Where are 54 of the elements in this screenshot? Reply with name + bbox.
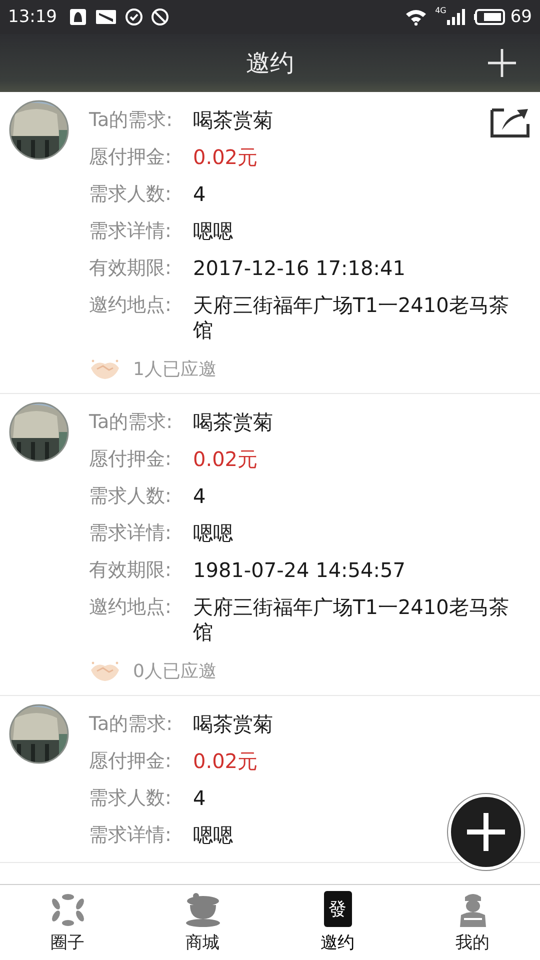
field-value: 天府三街福年广场T1一2410老马茶馆 bbox=[193, 595, 510, 645]
battery-icon bbox=[474, 8, 506, 26]
tab[interactable]: 圈子 bbox=[0, 885, 135, 960]
field-value: 嗯嗯 bbox=[193, 521, 233, 546]
battery-level: 69 bbox=[510, 7, 532, 27]
response-count: 1人已应邀 bbox=[133, 358, 216, 381]
ring-icon bbox=[50, 893, 84, 927]
field-label: 需求详情: bbox=[89, 823, 172, 848]
wifi-icon bbox=[405, 8, 428, 26]
field-value: 2017-12-16 17:18:41 bbox=[193, 256, 406, 281]
field-value: 嗯嗯 bbox=[193, 219, 233, 244]
field-value: 4 bbox=[193, 182, 206, 207]
blocked-icon bbox=[151, 8, 169, 26]
field-label: 愿付押金: bbox=[89, 447, 172, 472]
field-value: 0.02元 bbox=[193, 447, 258, 472]
page-title: 邀约 bbox=[246, 48, 294, 79]
signal-icon bbox=[446, 8, 466, 26]
response-count: 0人已应邀 bbox=[133, 660, 216, 683]
field-value: 嗯嗯 bbox=[193, 823, 233, 848]
add-icon[interactable] bbox=[487, 48, 517, 78]
field-value: 喝茶赏菊 bbox=[193, 712, 273, 737]
field-value: 0.02元 bbox=[193, 145, 258, 170]
field-label: Ta的需求: bbox=[89, 108, 174, 133]
field-label: 愿付押金: bbox=[89, 749, 172, 774]
status-time: 13:19 bbox=[8, 7, 57, 27]
field-label: 有效期限: bbox=[89, 256, 172, 281]
field-value: 天府三街福年广场T1一2410老马茶馆 bbox=[193, 293, 510, 343]
tab[interactable]: 發 邀约 bbox=[270, 885, 405, 960]
field-value: 喝茶赏菊 bbox=[193, 410, 273, 435]
field-value: 喝茶赏菊 bbox=[193, 108, 273, 133]
field-label: 需求详情: bbox=[89, 219, 172, 244]
person-icon bbox=[458, 893, 488, 927]
field-label: Ta的需求: bbox=[89, 712, 174, 737]
field-label: 邀约地点: bbox=[89, 293, 172, 318]
tab[interactable]: 商城 bbox=[135, 885, 270, 960]
field-label: 邀约地点: bbox=[89, 595, 172, 620]
field-label: 需求详情: bbox=[89, 521, 172, 546]
tab[interactable]: 我的 bbox=[405, 885, 540, 960]
tile-icon: 發 bbox=[324, 891, 352, 927]
field-value: 1981-07-24 14:54:57 bbox=[193, 558, 406, 583]
field-label: 需求人数: bbox=[89, 484, 172, 509]
teacup-icon bbox=[184, 893, 222, 927]
plus-icon bbox=[464, 810, 508, 854]
network-label: 4G bbox=[435, 6, 446, 15]
field-label: Ta的需求: bbox=[89, 410, 174, 435]
field-label: 需求人数: bbox=[89, 786, 172, 811]
field-label: 需求人数: bbox=[89, 182, 172, 207]
check-circle-icon bbox=[125, 8, 143, 26]
field-value: 0.02元 bbox=[193, 749, 258, 774]
field-value: 4 bbox=[193, 484, 206, 509]
share-icon[interactable] bbox=[490, 106, 530, 138]
field-label: 愿付押金: bbox=[89, 145, 172, 170]
field-value: 4 bbox=[193, 786, 206, 811]
field-label: 有效期限: bbox=[89, 558, 172, 583]
